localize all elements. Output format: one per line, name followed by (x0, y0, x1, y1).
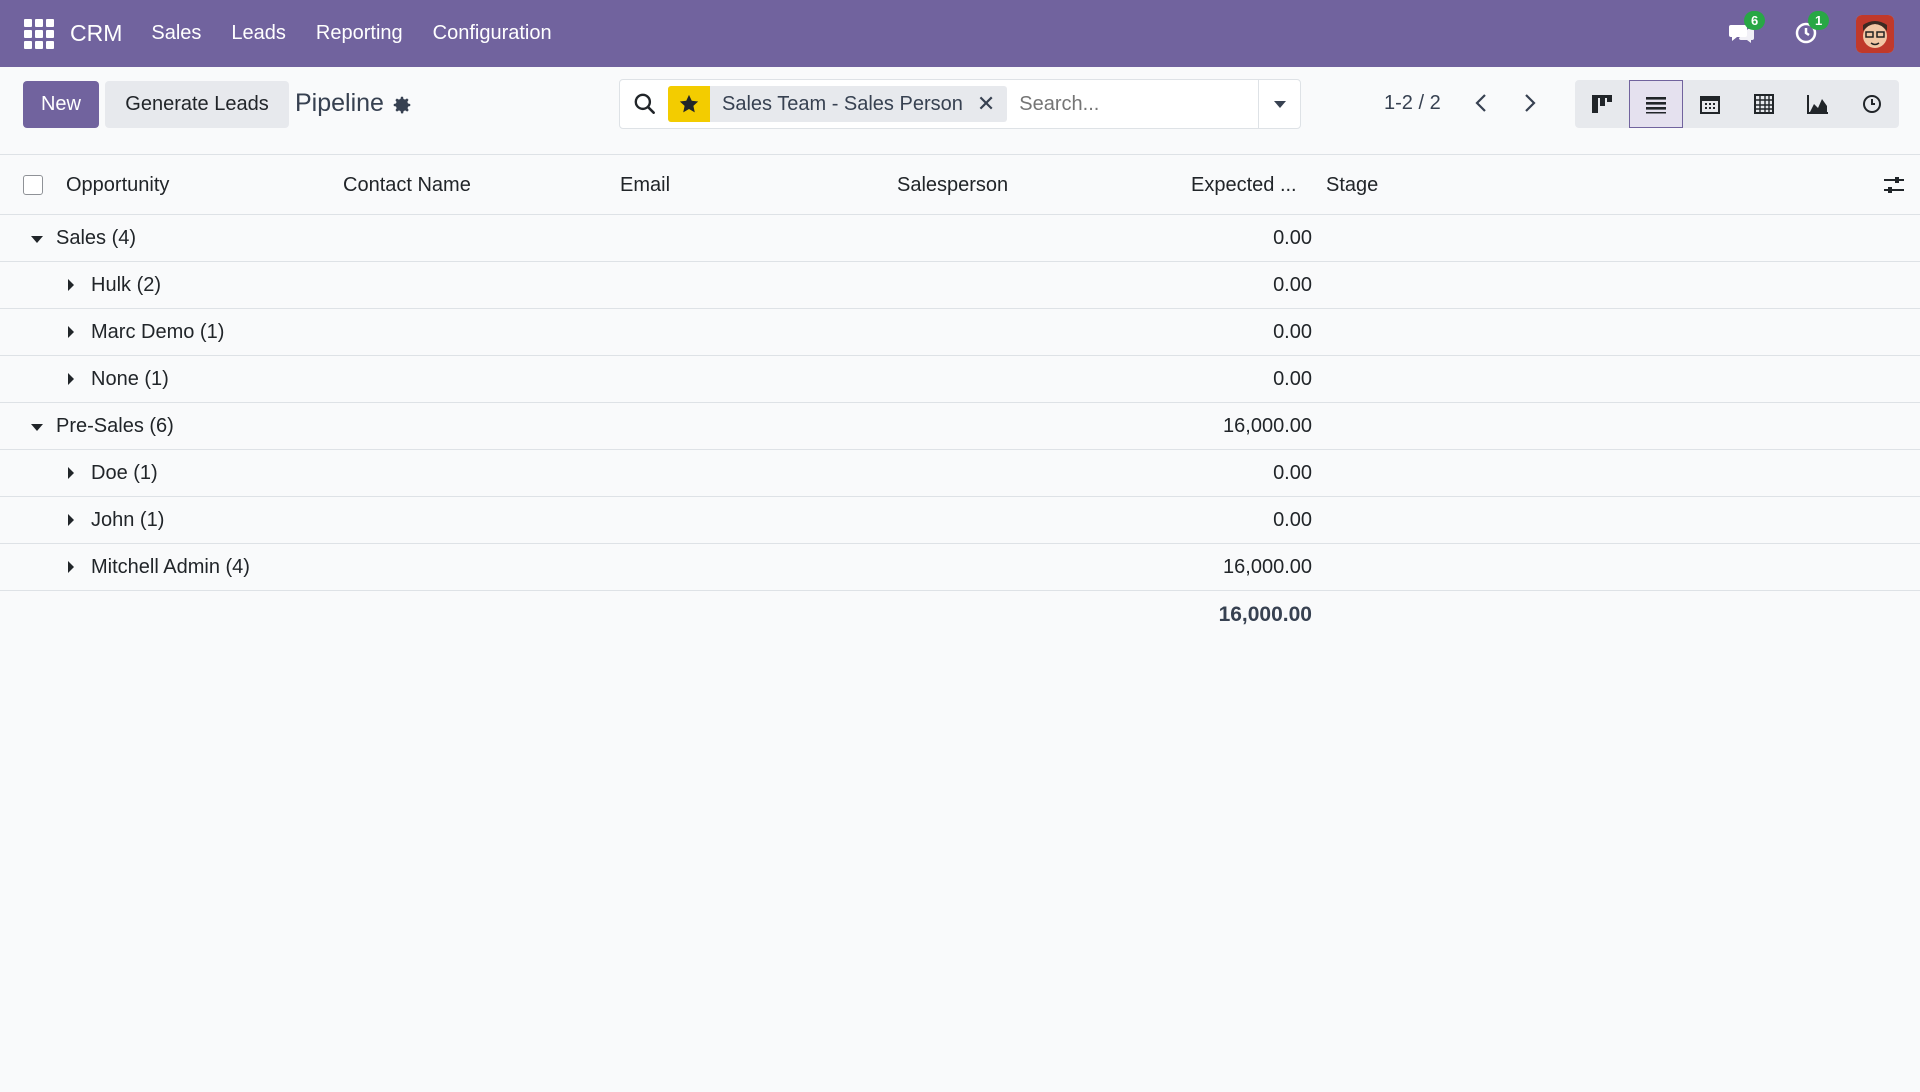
column-contact-name[interactable]: Contact Name (343, 174, 471, 197)
search-icon[interactable] (632, 91, 658, 117)
group-row[interactable]: Marc Demo (1) 0.00 (0, 309, 1920, 356)
app-menu-icon[interactable] (24, 18, 54, 49)
menu-reporting[interactable]: Reporting (316, 22, 403, 45)
group-row[interactable]: Sales (4) 0.00 (0, 215, 1920, 262)
caret-down-icon (31, 424, 43, 431)
group-expected-revenue: 0.00 (1273, 368, 1312, 390)
group-label: Pre-Sales (6) (56, 415, 174, 437)
control-panel: New Generate Leads Pipeline Sales Team -… (0, 67, 1920, 155)
chevron-left-icon[interactable] (1468, 89, 1496, 117)
group-expected-revenue: 0.00 (1273, 321, 1312, 343)
area-chart-icon (1807, 95, 1828, 114)
messages-button[interactable]: 6 (1728, 10, 1766, 49)
kanban-icon (1592, 95, 1612, 113)
list-view-button[interactable] (1629, 80, 1683, 128)
chevron-right-icon[interactable] (1515, 89, 1543, 117)
user-avatar[interactable] (1856, 14, 1894, 53)
list-table: Opportunity Contact Name Email Salespers… (0, 155, 1920, 591)
page-title: Pipeline (295, 89, 384, 117)
pivot-icon (1754, 94, 1774, 114)
activity-view-button[interactable] (1845, 80, 1899, 128)
caret-right-icon (68, 326, 74, 338)
kanban-view-button[interactable] (1575, 80, 1629, 128)
menu-leads[interactable]: Leads (231, 22, 286, 45)
messages-badge: 6 (1744, 10, 1766, 30)
table-header: Opportunity Contact Name Email Salespers… (0, 155, 1920, 215)
column-email[interactable]: Email (620, 174, 670, 197)
calendar-icon (1700, 96, 1720, 114)
caret-right-icon (68, 514, 74, 526)
facet-remove-icon[interactable]: ✕ (977, 91, 1007, 117)
select-all-checkbox[interactable] (23, 175, 43, 195)
pivot-view-button[interactable] (1737, 80, 1791, 128)
group-label: Mitchell Admin (4) (91, 556, 250, 578)
gear-icon[interactable] (391, 94, 413, 116)
column-expected-revenue[interactable]: Expected ... (1191, 174, 1297, 197)
activities-badge: 1 (1808, 10, 1830, 30)
group-expected-revenue: 16,000.00 (1223, 556, 1312, 578)
menu-sales[interactable]: Sales (151, 22, 201, 45)
group-expected-revenue: 16,000.00 (1223, 415, 1312, 437)
group-label: Doe (1) (91, 462, 158, 484)
calendar-view-button[interactable] (1683, 80, 1737, 128)
group-row[interactable]: John (1) 0.00 (0, 497, 1920, 544)
search-bar: Sales Team - Sales Person ✕ (619, 79, 1301, 129)
caret-down-icon (1273, 101, 1286, 108)
graph-view-button[interactable] (1791, 80, 1845, 128)
pager-value[interactable]: 1-2 / 2 (1384, 92, 1441, 115)
view-switcher (1575, 80, 1899, 128)
group-expected-revenue: 0.00 (1273, 227, 1312, 249)
group-row[interactable]: Doe (1) 0.00 (0, 450, 1920, 497)
generate-leads-button[interactable]: Generate Leads (105, 81, 289, 128)
clock-icon (1863, 95, 1881, 113)
group-expected-revenue: 0.00 (1273, 462, 1312, 484)
menu-configuration[interactable]: Configuration (433, 22, 552, 45)
column-salesperson[interactable]: Salesperson (897, 174, 1008, 197)
column-opportunity[interactable]: Opportunity (66, 174, 169, 197)
caret-right-icon (68, 467, 74, 479)
top-navbar: CRM Sales Leads Reporting Configuration … (0, 0, 1920, 67)
avatar-face-icon (1856, 14, 1894, 53)
list-icon (1646, 97, 1666, 114)
group-label: Sales (4) (56, 227, 137, 249)
optional-columns-icon[interactable] (1882, 173, 1906, 197)
group-label: John (1) (91, 509, 165, 531)
group-label: Hulk (2) (91, 274, 162, 296)
caret-right-icon (68, 373, 74, 385)
column-stage[interactable]: Stage (1326, 174, 1378, 197)
group-expected-revenue: 0.00 (1273, 274, 1312, 296)
group-expected-revenue: 0.00 (1273, 509, 1312, 531)
caret-down-icon (31, 236, 43, 243)
search-facet: Sales Team - Sales Person ✕ (668, 86, 1008, 122)
group-label: None (1) (91, 368, 169, 390)
group-row[interactable]: None (1) 0.00 (0, 356, 1920, 403)
app-name[interactable]: CRM (70, 20, 122, 47)
caret-right-icon (68, 561, 74, 573)
group-label: Marc Demo (1) (91, 321, 225, 343)
search-options-toggle[interactable] (1258, 80, 1300, 128)
group-row[interactable]: Pre-Sales (6) 16,000.00 (0, 403, 1920, 450)
caret-right-icon (68, 279, 74, 291)
favorite-star-icon (668, 86, 710, 122)
group-row[interactable]: Hulk (2) 0.00 (0, 262, 1920, 309)
table-total: 16,000.00 (1218, 603, 1312, 626)
facet-label: Sales Team - Sales Person (722, 92, 963, 115)
new-button[interactable]: New (23, 81, 99, 128)
search-input[interactable] (1019, 92, 1260, 116)
activities-button[interactable]: 1 (1792, 10, 1830, 49)
group-row[interactable]: Mitchell Admin (4) 16,000.00 (0, 544, 1920, 591)
